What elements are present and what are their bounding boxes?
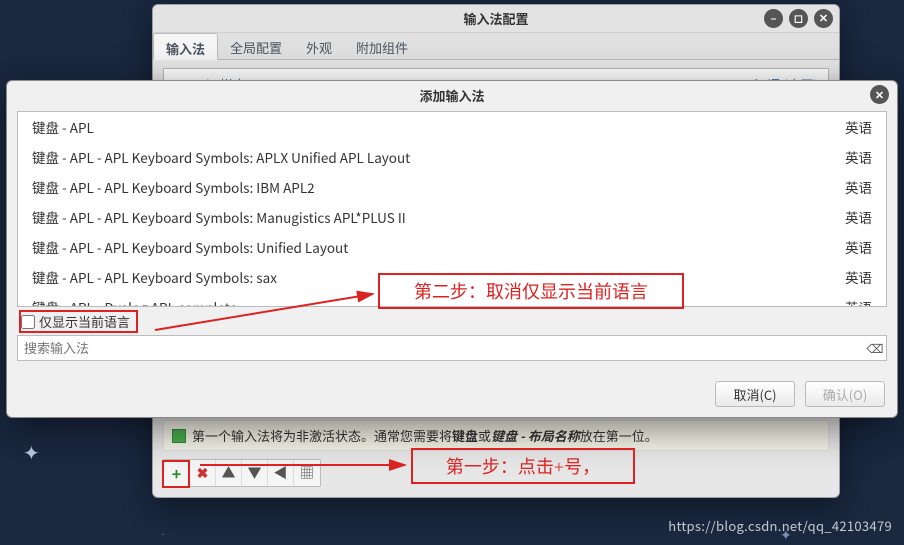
annotation-highlight-checkbox: 仅显示当前语言 bbox=[19, 310, 138, 333]
list-item[interactable]: 键盘 - APL英语 bbox=[18, 112, 886, 142]
maximize-button[interactable]: ◻ bbox=[789, 9, 808, 28]
config-tabs: 输入法 全局配置 外观 附加组件 bbox=[153, 33, 839, 60]
annotation-step2-text: 第二步：取消仅显示当前语言 bbox=[414, 278, 648, 304]
dialog-title: 添加输入法 bbox=[419, 86, 484, 105]
tab-appearance[interactable]: 外观 bbox=[294, 33, 344, 59]
tip-text: 第一个输入法将为非激活状态。通常您需要将键盘或键盘 - 布局名称放在第一位。 bbox=[192, 426, 658, 445]
toolbar: + ✖ ▲ ▼ ◀ ▦ bbox=[163, 459, 321, 487]
tab-global-config[interactable]: 全局配置 bbox=[218, 33, 294, 59]
window-title: 输入法配置 bbox=[463, 9, 528, 28]
dialog-titlebar[interactable]: 添加输入法 ✕ bbox=[7, 81, 897, 109]
only-current-language-label: 仅显示当前语言 bbox=[39, 312, 130, 331]
tab-addons[interactable]: 附加组件 bbox=[344, 33, 420, 59]
tip-icon bbox=[172, 429, 186, 443]
clear-search-icon[interactable]: ⌫ bbox=[864, 340, 886, 357]
filter-row: 仅显示当前语言 bbox=[17, 307, 887, 335]
desktop-star-deco: • bbox=[160, 530, 166, 539]
list-item[interactable]: 键盘 - APL - APL Keyboard Symbols: Unified… bbox=[18, 232, 886, 262]
move-down-button[interactable]: ▼ bbox=[242, 460, 268, 486]
move-left-button[interactable]: ◀ bbox=[268, 460, 294, 486]
tab-input-method[interactable]: 输入法 bbox=[153, 33, 218, 60]
list-item[interactable]: 键盘 - APL - APL Keyboard Symbols: APLX Un… bbox=[18, 142, 886, 172]
close-button[interactable]: ✕ bbox=[814, 9, 833, 28]
ok-button[interactable]: 确认(O) bbox=[805, 381, 885, 407]
add-button[interactable]: + bbox=[164, 460, 190, 486]
window-titlebar[interactable]: 输入法配置 – ◻ ✕ bbox=[153, 5, 839, 33]
annotation-step2-box: 第二步：取消仅显示当前语言 bbox=[378, 273, 684, 309]
dialog-close-button[interactable]: ✕ bbox=[870, 85, 889, 104]
search-input[interactable] bbox=[18, 337, 864, 360]
minimize-button[interactable]: – bbox=[764, 9, 783, 28]
watermark: https://blog.csdn.net/qq_42103479 bbox=[668, 516, 892, 535]
only-current-language-checkbox[interactable] bbox=[21, 315, 35, 329]
configure-button[interactable]: ▦ bbox=[294, 460, 320, 486]
annotation-step1-box: 第一步：点击+号， bbox=[411, 448, 635, 484]
cancel-button[interactable]: 取消(C) bbox=[715, 381, 795, 407]
tip-bar: 第一个输入法将为非激活状态。通常您需要将键盘或键盘 - 布局名称放在第一位。 bbox=[163, 420, 829, 451]
desktop-star-deco: ✦ bbox=[23, 437, 40, 466]
move-up-button[interactable]: ▲ bbox=[216, 460, 242, 486]
list-item[interactable]: 键盘 - APL - APL Keyboard Symbols: Manugis… bbox=[18, 202, 886, 232]
remove-button[interactable]: ✖ bbox=[190, 460, 216, 486]
search-row: ⌫ bbox=[17, 335, 887, 361]
list-item[interactable]: 键盘 - APL - APL Keyboard Symbols: IBM APL… bbox=[18, 172, 886, 202]
add-input-method-dialog: 添加输入法 ✕ 键盘 - APL英语 键盘 - APL - APL Keyboa… bbox=[6, 80, 898, 418]
annotation-step1-text: 第一步：点击+号， bbox=[446, 453, 600, 479]
